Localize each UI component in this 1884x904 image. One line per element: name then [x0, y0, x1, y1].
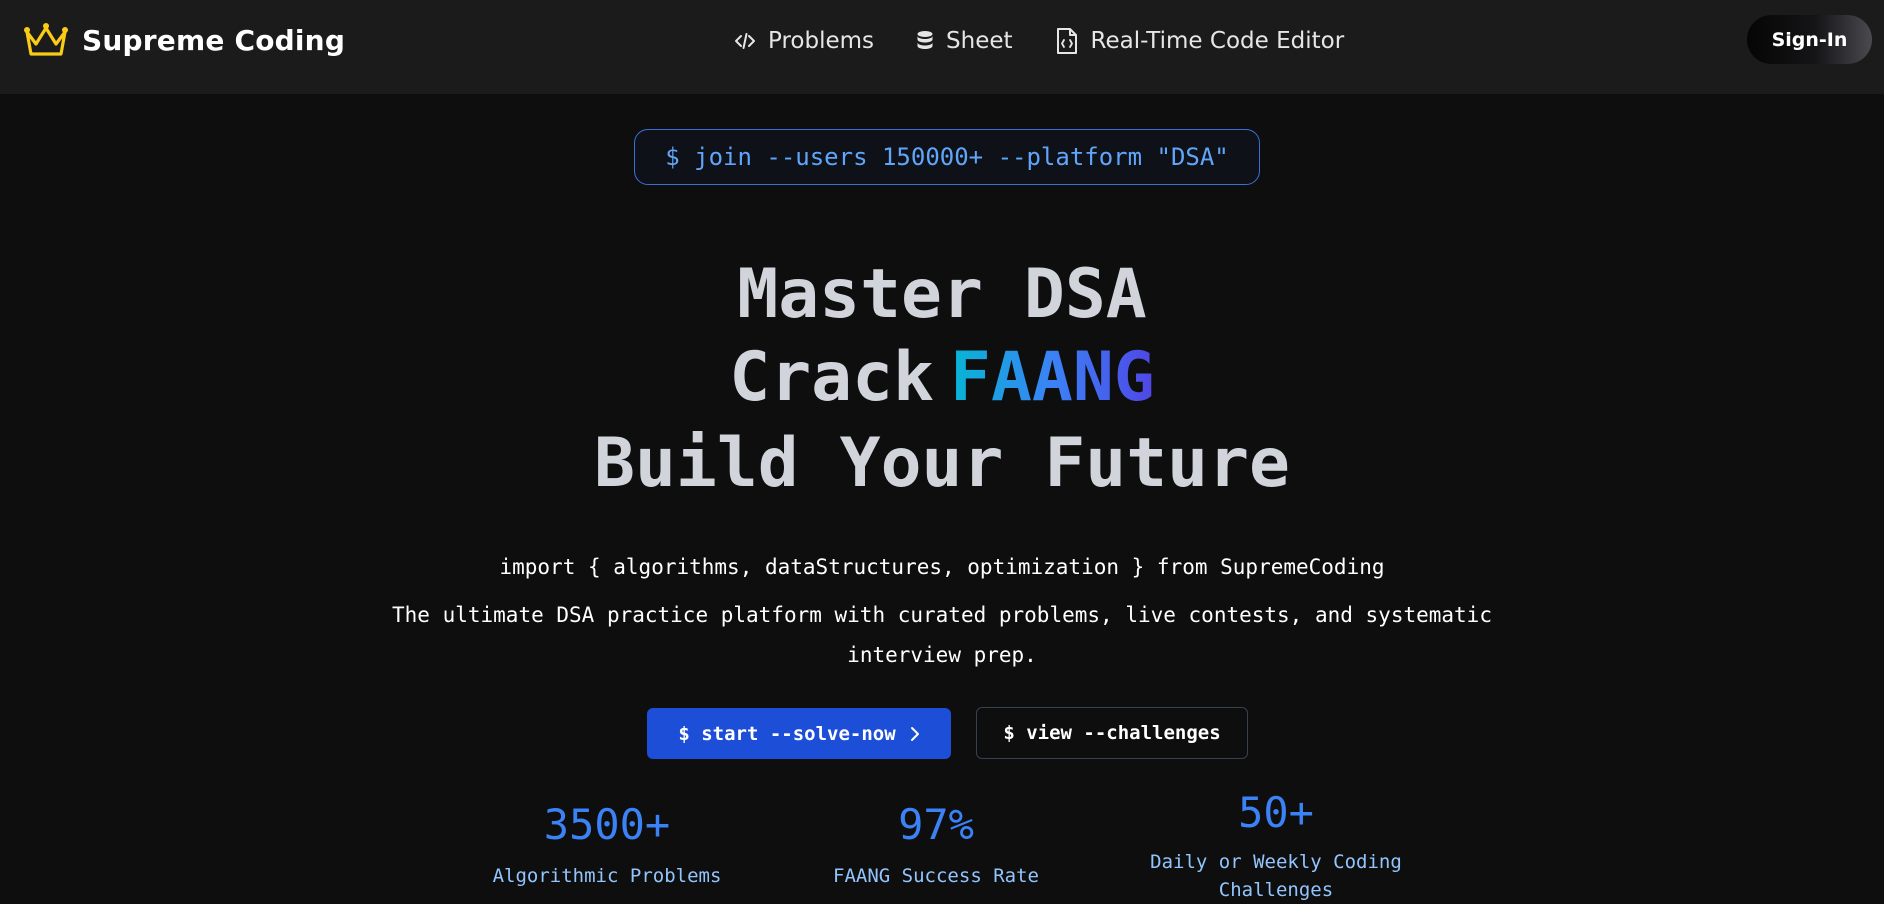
stat-challenges: 50+ Daily or Weekly Coding Challenges [1126, 792, 1426, 904]
start-solving-label: $ start --solve-now [678, 722, 896, 745]
sign-in-button[interactable]: Sign-In [1747, 15, 1872, 64]
stat-problems: 3500+ Algorithmic Problems [447, 804, 767, 890]
file-code-icon [1056, 28, 1077, 54]
command-badge: $ join --users 150000+ --platform "DSA" [634, 129, 1260, 185]
main-nav: Problems Sheet Real-Time Code Editor [734, 22, 1344, 60]
brand-name: Supreme Coding [82, 23, 346, 57]
start-solving-button[interactable]: $ start --solve-now [647, 708, 951, 759]
code-icon [735, 33, 755, 49]
subtitle-description: The ultimate DSA practice platform with … [392, 603, 1492, 667]
view-challenges-label: $ view --challenges [1003, 722, 1221, 744]
crown-icon [24, 23, 68, 56]
stat-label: Algorithmic Problems [492, 865, 722, 887]
brand[interactable]: Supreme Coding [22, 18, 345, 62]
nav-label-code-editor: Real-Time Code Editor [1090, 28, 1345, 54]
hero-title-line-1: Master DSA [737, 255, 1147, 334]
stat-success-rate: 97% FAANG Success Rate [776, 804, 1096, 890]
nav-item-code-editor[interactable]: Real-Time Code Editor [1055, 27, 1345, 55]
stat-value: 97% [898, 800, 974, 849]
nav-label-problems: Problems [768, 28, 875, 54]
stat-label: FAANG Success Rate [833, 865, 1039, 887]
hero-title-line-2: Crack FAANG [0, 344, 1884, 412]
stat-value: 50+ [1238, 788, 1314, 837]
nav-item-sheet[interactable]: Sheet [916, 28, 1013, 54]
chevron-right-icon [910, 726, 919, 741]
database-icon [917, 31, 933, 49]
nav-item-problems[interactable]: Problems [734, 28, 874, 54]
stat-value: 3500+ [543, 800, 671, 849]
stat-label: Daily or Weekly Coding Challenges [1150, 851, 1402, 901]
nav-label-sheet: Sheet [946, 28, 1013, 54]
subtitle-import: import { algorithms, dataStructures, opt… [499, 555, 1385, 579]
hero-title-faang: FAANG [950, 338, 1155, 417]
navbar: Supreme Coding Problems Sheet Real-Time … [0, 0, 1884, 94]
view-challenges-button[interactable]: $ view --challenges [976, 707, 1248, 759]
hero-title-line-3: Build Your Future [594, 424, 1290, 503]
hero-title-crack: Crack [729, 338, 934, 417]
command-badge-text: $ join --users 150000+ --platform "DSA" [665, 143, 1229, 171]
